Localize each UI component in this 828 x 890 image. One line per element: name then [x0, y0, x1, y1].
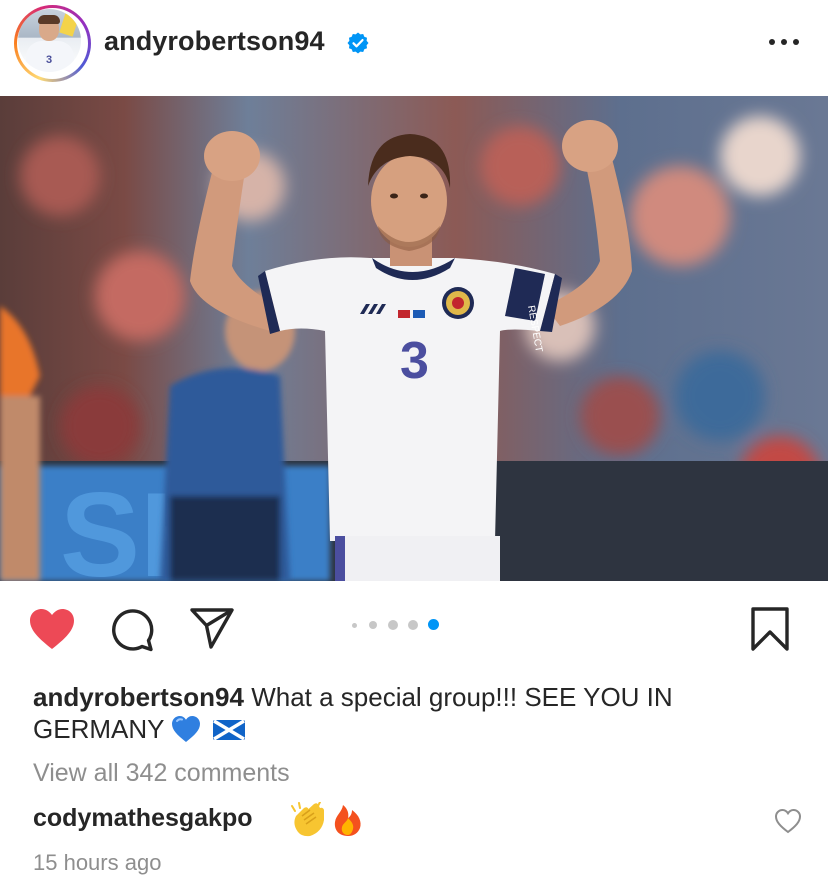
heart-icon[interactable]: [28, 607, 76, 651]
photo-jersey-number: 3: [400, 332, 429, 390]
bookmark-icon[interactable]: [750, 607, 790, 651]
carousel-dot: [369, 621, 377, 629]
more-options-icon[interactable]: [764, 28, 804, 56]
comment-username[interactable]: codymathesgakpo: [33, 804, 253, 833]
avatar-jersey-number: 3: [46, 54, 53, 66]
post-username[interactable]: andyrobertson94: [104, 26, 325, 57]
avatar[interactable]: 3: [18, 9, 81, 72]
caption-username[interactable]: andyrobertson94: [33, 682, 244, 712]
carousel-dot-active: [428, 619, 439, 630]
share-icon[interactable]: [188, 607, 236, 651]
clapping-hands-emoji: [291, 802, 324, 837]
comment-like-icon[interactable]: [774, 808, 802, 834]
post-photo[interactable]: SH RESPECT 3: [0, 96, 828, 581]
post-caption: andyrobertson94 What a special group!!! …: [33, 681, 793, 745]
post-timestamp: 15 hours ago: [33, 850, 162, 875]
comment-icon[interactable]: [109, 607, 155, 653]
post-header: 3 andyrobertson94: [0, 0, 828, 96]
story-ring-avatar[interactable]: 3: [14, 5, 91, 82]
fire-emoji: [334, 805, 361, 836]
carousel-dot: [408, 620, 418, 630]
carousel-dot: [388, 620, 398, 630]
blue-heart-emoji: [172, 716, 201, 742]
view-all-comments-link[interactable]: View all 342 comments: [33, 759, 290, 788]
scotland-flag-emoji: [213, 719, 246, 741]
verified-badge-icon: [347, 32, 369, 54]
carousel-dot: [352, 623, 357, 628]
